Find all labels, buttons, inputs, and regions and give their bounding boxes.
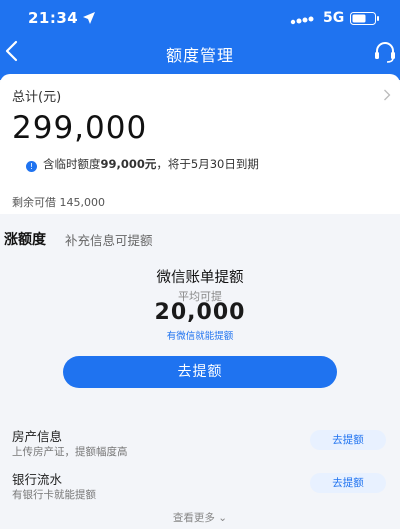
remaining-credit: 剩余可借 145,000 bbox=[12, 196, 105, 209]
raise-limit-subtitle: 补充信息可提额 bbox=[65, 233, 153, 248]
page-title: 额度管理 bbox=[165, 46, 234, 65]
info-icon: ! bbox=[26, 161, 37, 172]
nav-bar: 额度管理 bbox=[0, 36, 400, 70]
wechat-raise-note: 有微信就能提额 bbox=[166, 331, 234, 342]
status-bar: 21:34 5G bbox=[0, 0, 400, 36]
list-item-property[interactable]: 房产信息 上传房产证，提额幅度高 去提额 bbox=[0, 426, 400, 470]
list-item-bank-statement[interactable]: 银行流水 有银行卡就能提额 去提额 bbox=[0, 469, 400, 513]
raise-limit-title: 涨额度 bbox=[4, 232, 46, 248]
item-title: 银行流水 bbox=[12, 472, 63, 487]
raise-limit-header: 涨额度 补充信息可提额 bbox=[0, 222, 400, 250]
status-time: 21:34 bbox=[28, 9, 79, 27]
item-subtitle: 上传房产证，提额幅度高 bbox=[12, 446, 128, 458]
battery-icon bbox=[350, 12, 379, 25]
total-amount: 299,000 bbox=[12, 110, 148, 146]
signal-icon bbox=[290, 16, 314, 25]
item-title: 房产信息 bbox=[12, 429, 63, 444]
total-label: 总计(元) bbox=[12, 90, 62, 105]
chevron-down-icon: ⌄ bbox=[218, 512, 228, 524]
temporary-amount: 99,000元 bbox=[100, 157, 157, 171]
property-raise-button[interactable]: 去提额 bbox=[310, 430, 386, 450]
app-header: 21:34 5G 额度管理 bbox=[0, 0, 400, 80]
customer-service-icon[interactable] bbox=[372, 40, 398, 64]
wechat-raise-section: 微信账单提额 平均可提 20,000 有微信就能提额 去提额 bbox=[0, 258, 400, 408]
view-more-link[interactable]: 查看更多 ⌄ bbox=[0, 510, 400, 525]
chevron-right-icon bbox=[384, 89, 391, 101]
wechat-raise-title: 微信账单提额 bbox=[156, 270, 244, 286]
raise-limit-button[interactable]: 去提额 bbox=[63, 356, 337, 388]
temporary-limit-note: ! 含临时额度99,000元，将于5月30日到期 bbox=[26, 156, 259, 172]
network-type: 5G bbox=[323, 10, 345, 26]
bank-statement-raise-button[interactable]: 去提额 bbox=[310, 473, 386, 493]
location-arrow-icon bbox=[83, 12, 95, 24]
average-raise-amount: 20,000 bbox=[154, 300, 246, 325]
credit-summary-card[interactable]: 总计(元) 299,000 ! 含临时额度99,000元，将于5月30日到期 剩余… bbox=[0, 74, 400, 214]
item-subtitle: 有银行卡就能提额 bbox=[12, 489, 96, 501]
